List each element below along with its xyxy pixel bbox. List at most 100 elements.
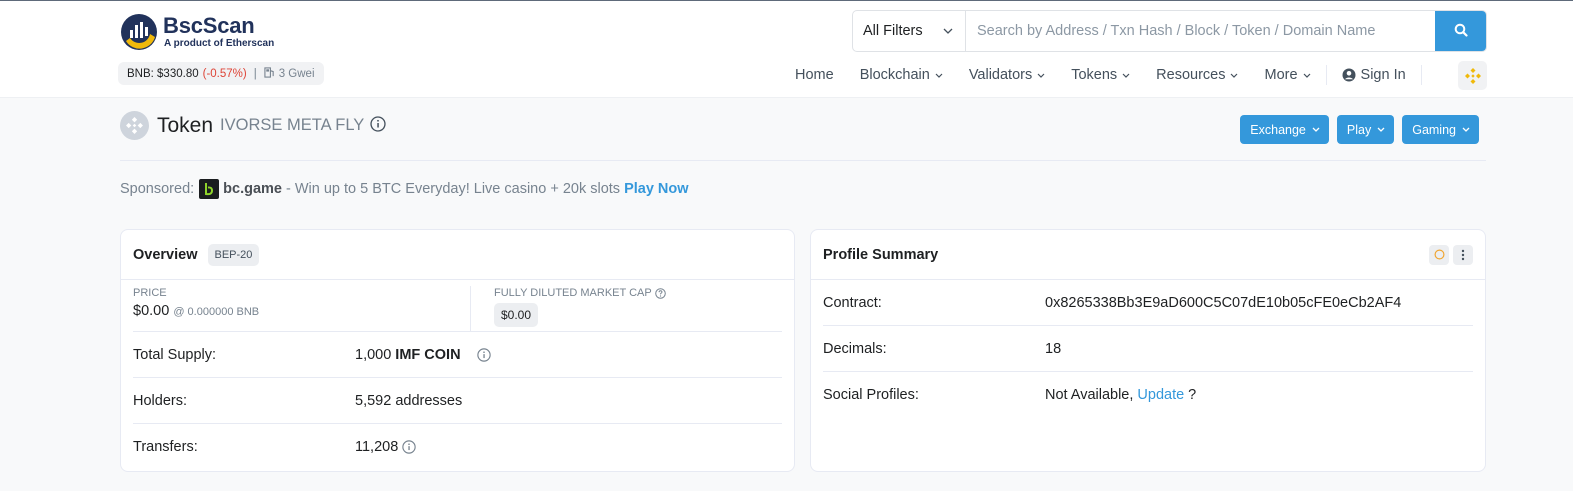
nav-more[interactable]: More — [1264, 67, 1310, 83]
price-label: PRICE — [133, 287, 167, 299]
separator: | — [253, 67, 257, 80]
price-section: PRICE $0.00 @ 0.000000 BNB — [133, 280, 470, 331]
bc-game-logo-icon — [199, 179, 220, 199]
holders-value: 5,592 addresses — [355, 392, 463, 409]
exchange-button[interactable]: Exchange — [1240, 115, 1329, 144]
info-icon[interactable] — [402, 440, 416, 454]
gas-price[interactable]: 3 Gwei — [279, 68, 315, 80]
nav-tokens-label: Tokens — [1071, 67, 1118, 83]
user-circle-icon — [1342, 68, 1356, 82]
logo-name: BscScan — [163, 13, 255, 38]
overview-title: Overview — [133, 246, 198, 263]
play-button-label: Play — [1346, 122, 1372, 137]
more-options-icon[interactable] — [1453, 244, 1473, 265]
holders-label: Holders: — [133, 392, 187, 409]
sign-in-link[interactable]: Sign In — [1342, 67, 1406, 83]
page-title: Token IVORSE META FLY — [120, 111, 386, 140]
decimals-row: Decimals: 18 — [823, 326, 1473, 372]
search-filter-label: All Filters — [863, 23, 923, 39]
gaming-button[interactable]: Gaming — [1402, 115, 1479, 144]
contract-row: Contract: 0x8265338Bb3E9aD600C5C07dE10b0… — [823, 280, 1473, 326]
decimals-value: 18 — [1045, 340, 1062, 357]
chevron-down-icon — [1462, 127, 1470, 132]
chevron-down-icon — [1231, 73, 1238, 78]
nav-blockchain-label: Blockchain — [859, 67, 930, 83]
price-row: PRICE $0.00 @ 0.000000 BNB FULLY DILUTED… — [133, 280, 782, 332]
nav-blockchain[interactable]: Blockchain — [860, 67, 943, 83]
network-switch-button[interactable] — [1458, 61, 1487, 90]
question-circle-icon[interactable] — [654, 287, 666, 299]
info-icon[interactable] — [476, 347, 491, 362]
contract-label: Contract: — [823, 294, 882, 311]
bscscan-logo-icon — [120, 13, 158, 51]
profile-summary-header: Profile Summary — [811, 230, 1485, 280]
social-profiles-label: Social Profiles: — [823, 387, 919, 403]
sponsor-prefix: Sponsored: — [120, 181, 195, 197]
holders-row: Holders: 5,592 addresses — [133, 378, 782, 424]
total-supply-unit: IMF COIN — [395, 346, 461, 363]
bscscan-logo[interactable]: BscScan A product of Etherscan — [120, 13, 274, 51]
search-bar: All Filters — [852, 10, 1487, 52]
action-buttons: Exchange Play Gaming — [1240, 115, 1479, 144]
chevron-down-icon — [1312, 127, 1320, 132]
title-divider — [120, 160, 1486, 161]
decimals-label: Decimals: — [823, 340, 887, 357]
search-input[interactable] — [966, 11, 1435, 51]
social-help[interactable]: ? — [1188, 387, 1196, 403]
chevron-down-icon — [1037, 73, 1045, 78]
bnb-price-change: (-0.57%) — [202, 67, 247, 80]
nav-resources[interactable]: Resources — [1156, 67, 1238, 83]
market-cap-label: FULLY DILUTED MARKET CAP — [494, 287, 652, 299]
profile-summary-title: Profile Summary — [823, 246, 939, 263]
main-nav: Home Blockchain Validators Tokens Resour… — [780, 63, 1424, 87]
nav-validators[interactable]: Validators — [969, 67, 1045, 83]
token-status-icon[interactable] — [1429, 244, 1449, 265]
chevron-down-icon — [1377, 127, 1385, 132]
overview-card: Overview BEP-20 PRICE $0.00 @ 0.000000 B… — [120, 229, 795, 472]
token-icon — [120, 111, 149, 140]
overview-header: Overview BEP-20 — [121, 230, 794, 280]
info-icon[interactable] — [370, 116, 386, 135]
sponsored-banner: Sponsored: bc.game - Win up to 5 BTC Eve… — [120, 179, 689, 199]
bnb-price[interactable]: BNB: $330.80 — [127, 68, 199, 80]
profile-summary-card: Profile Summary Contract: 0x8265338Bb3E9… — [810, 229, 1486, 472]
gaming-button-label: Gaming — [1412, 122, 1456, 137]
bnb-price-pill: BNB: $330.80 (-0.57%) | 3 Gwei — [118, 62, 324, 85]
gas-pump-icon — [264, 66, 275, 81]
header: BscScan A product of Etherscan BNB: $330… — [0, 1, 1573, 98]
play-button[interactable]: Play — [1336, 115, 1395, 144]
social-profiles-row: Social Profiles: Not Available, Update ? — [823, 372, 1473, 418]
sign-in-label: Sign In — [1360, 67, 1406, 83]
total-supply-value: 1,000 — [355, 346, 392, 363]
chevron-down-icon — [1303, 73, 1310, 78]
transfers-row: Transfers: 11,208 — [133, 424, 782, 470]
bnb-icon — [1464, 67, 1481, 84]
total-supply-label: Total Supply: — [133, 346, 217, 363]
nav-validators-label: Validators — [968, 67, 1033, 83]
sponsor-brand[interactable]: bc.game — [223, 181, 282, 197]
market-cap-section: FULLY DILUTED MARKET CAP $0.00 — [470, 286, 666, 331]
sponsor-text: - Win up to 5 BTC Everyday! Live casino … — [286, 181, 621, 197]
logo-subtitle: A product of Etherscan — [164, 38, 275, 49]
nav-divider — [1325, 65, 1327, 85]
sponsor-play-now-link[interactable]: Play Now — [624, 181, 688, 197]
contract-address-link[interactable]: 0x8265338Bb3E9aD600C5C07dE10b05cFE0eCb2A… — [1045, 295, 1401, 311]
chevron-down-icon — [1122, 73, 1130, 78]
search-icon — [1454, 23, 1468, 40]
market-cap-value: $0.00 — [494, 303, 539, 327]
price-value: $0.00 — [133, 303, 170, 319]
search-button[interactable] — [1435, 11, 1486, 51]
nav-home-label: Home — [795, 67, 834, 83]
social-profiles-value: Not Available, — [1045, 387, 1134, 403]
transfers-value: 11,208 — [355, 439, 399, 455]
nav-home[interactable]: Home — [795, 67, 834, 83]
nav-tokens[interactable]: Tokens — [1071, 67, 1130, 83]
chevron-down-icon — [935, 73, 943, 78]
update-link[interactable]: Update — [1137, 387, 1184, 403]
price-bnb: @ 0.000000 BNB — [173, 306, 260, 318]
search-filter-select[interactable]: All Filters — [853, 11, 966, 51]
nav-divider — [1420, 65, 1422, 85]
exchange-button-label: Exchange — [1250, 122, 1306, 137]
page-title-word: Token — [157, 113, 214, 137]
nav-resources-label: Resources — [1156, 67, 1226, 83]
